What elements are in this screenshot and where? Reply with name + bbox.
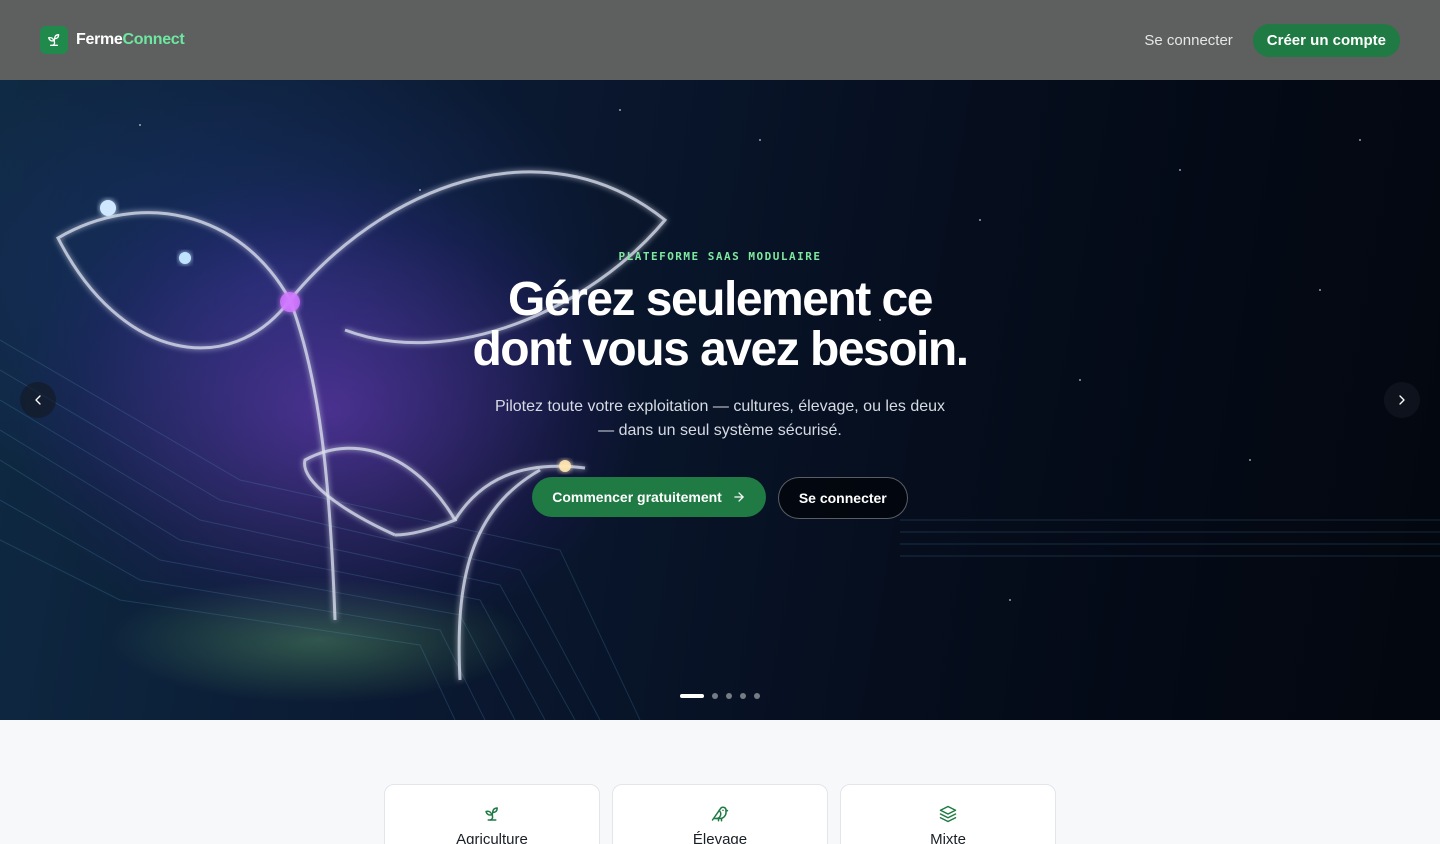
bird-icon bbox=[613, 805, 827, 825]
carousel-pagination bbox=[680, 693, 760, 699]
hero-headline-line1: Gérez seulement ce bbox=[508, 273, 933, 326]
hero-headline: Gérez seulement ce dont vous avez besoin… bbox=[0, 275, 1440, 375]
hero-subline: Pilotez toute votre exploitation — cultu… bbox=[494, 398, 946, 439]
module-card-label: Élevage bbox=[692, 831, 748, 844]
module-card-label: Agriculture bbox=[456, 831, 528, 844]
signup-button[interactable]: Créer un compte bbox=[1252, 23, 1400, 57]
carousel-dot-2[interactable] bbox=[712, 693, 718, 699]
carousel-dot-5[interactable] bbox=[754, 693, 760, 699]
brand-name: FermeConnect bbox=[76, 31, 185, 49]
arrow-right-icon bbox=[734, 492, 744, 502]
hero-login-button[interactable]: Se connecter bbox=[777, 477, 908, 519]
brand-name-part1: Ferme bbox=[76, 31, 123, 48]
header-actions: Se connecter Créer un compte bbox=[1144, 23, 1400, 57]
start-free-button[interactable]: Commencer gratuitement bbox=[532, 477, 766, 517]
module-selector: Agriculture Élevage Mixte bbox=[384, 784, 1056, 844]
carousel-dot-4[interactable] bbox=[740, 693, 746, 699]
module-card-elevage[interactable]: Élevage bbox=[612, 784, 828, 844]
sprout-icon bbox=[40, 26, 68, 54]
hero-content: PLATEFORME SAAS MODULAIRE Gérez seulemen… bbox=[0, 250, 1440, 519]
hero-headline-line2: dont vous avez besoin. bbox=[472, 323, 969, 376]
hero-cta-row: Commencer gratuitement Se connecter bbox=[0, 477, 1440, 519]
sprout-icon bbox=[385, 805, 599, 825]
brand-logo[interactable]: FermeConnect bbox=[40, 26, 185, 54]
brand-name-part2: Connect bbox=[122, 31, 185, 48]
module-card-label: Mixte bbox=[930, 831, 966, 844]
hero-eyebrow: PLATEFORME SAAS MODULAIRE bbox=[618, 250, 822, 263]
hero-carousel: PLATEFORME SAAS MODULAIRE Gérez seulemen… bbox=[0, 80, 1440, 720]
carousel-dot-3[interactable] bbox=[726, 693, 732, 699]
layers-icon bbox=[841, 805, 1055, 825]
carousel-dot-1[interactable] bbox=[680, 694, 704, 698]
module-card-mixte[interactable]: Mixte bbox=[840, 784, 1056, 844]
login-link[interactable]: Se connecter bbox=[1144, 32, 1232, 49]
module-card-agriculture[interactable]: Agriculture bbox=[384, 784, 600, 844]
top-nav: FermeConnect Se connecter Créer un compt… bbox=[0, 0, 1440, 80]
start-free-label: Commencer gratuitement bbox=[552, 489, 722, 505]
